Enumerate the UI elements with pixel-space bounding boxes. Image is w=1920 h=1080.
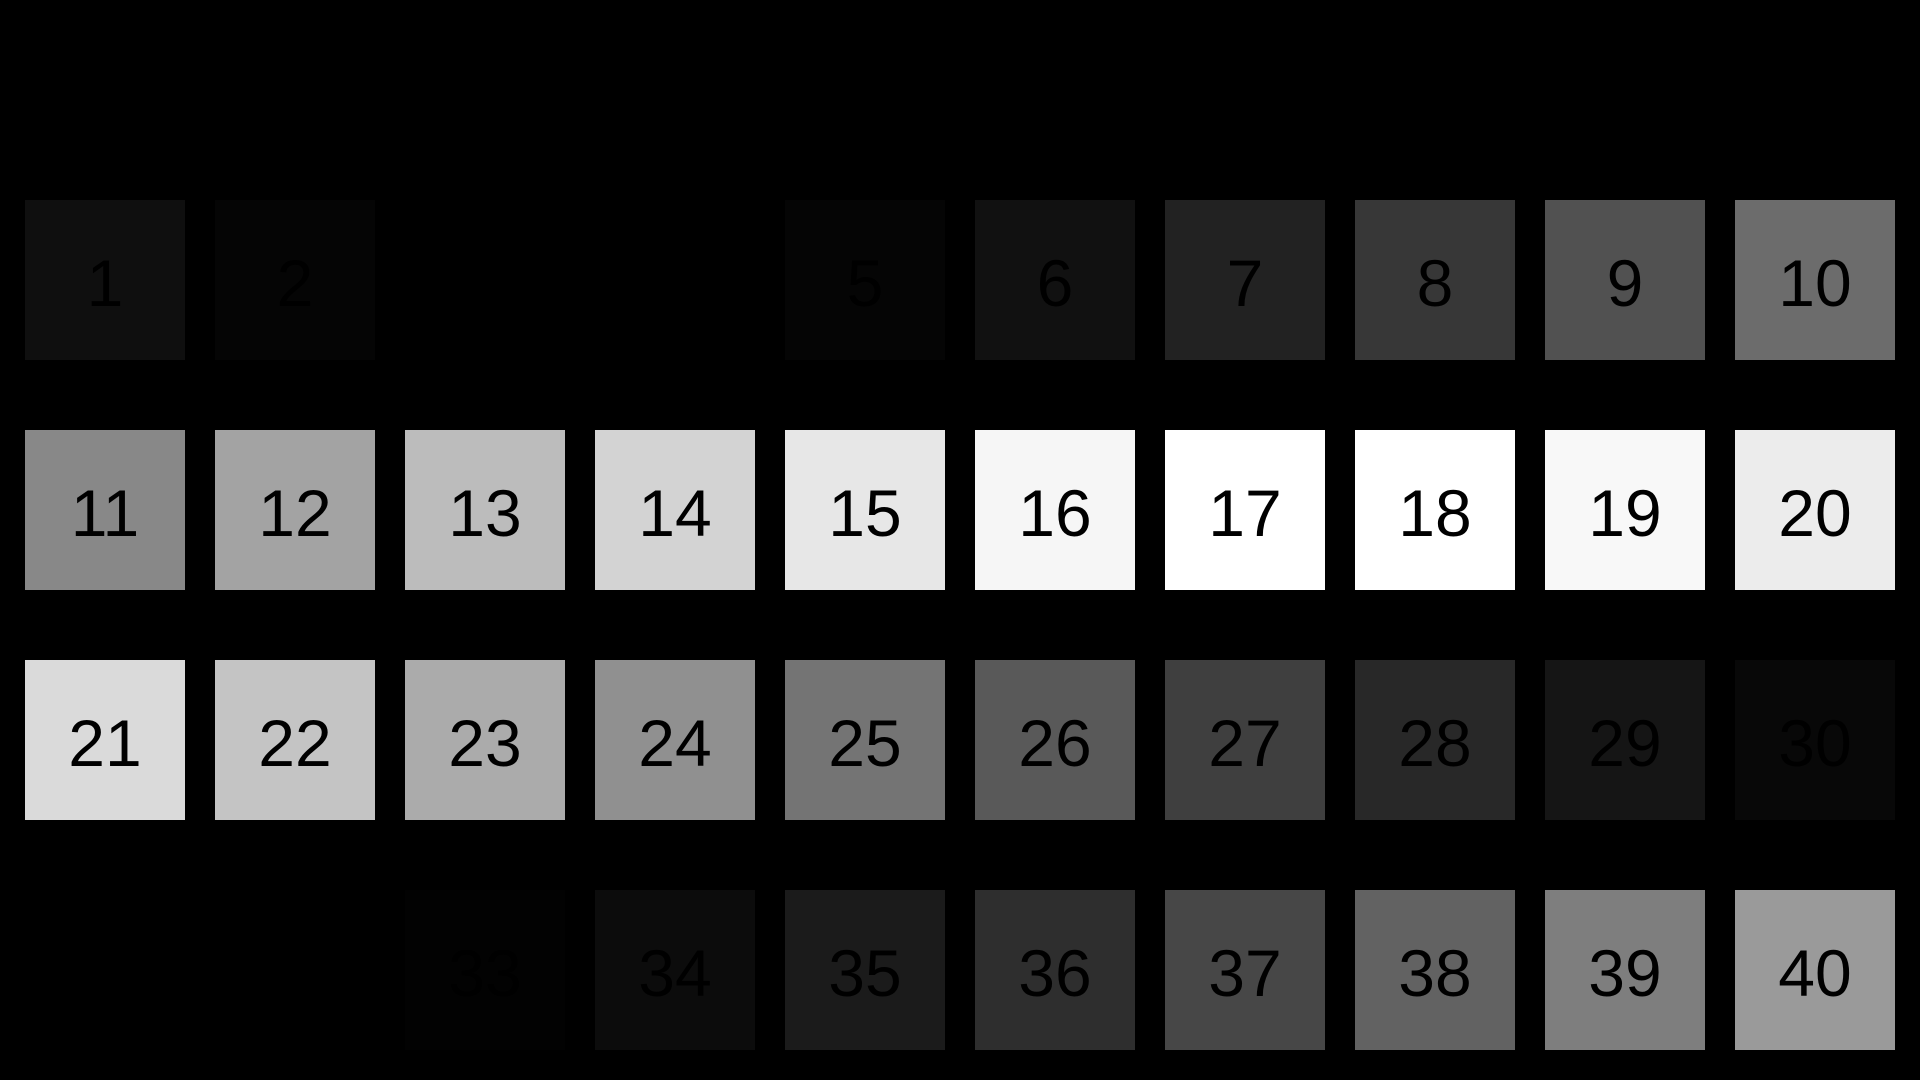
swatch-label: 4 xyxy=(656,246,694,320)
swatch-31: 31 xyxy=(25,890,185,1050)
swatch-24: 24 xyxy=(595,660,755,820)
swatch-label: 11 xyxy=(70,476,140,550)
swatch-32: 32 xyxy=(215,890,375,1050)
swatch-27: 27 xyxy=(1165,660,1325,820)
swatch-36: 36 xyxy=(975,890,1135,1050)
swatch-label: 12 xyxy=(258,476,332,550)
swatch-13: 13 xyxy=(405,430,565,590)
swatch-20: 20 xyxy=(1735,430,1895,590)
swatch-39: 39 xyxy=(1545,890,1705,1050)
swatch-label: 37 xyxy=(1208,936,1282,1010)
swatch-33: 33 xyxy=(405,890,565,1050)
swatch-14: 14 xyxy=(595,430,755,590)
swatch-label: 16 xyxy=(1018,476,1092,550)
swatch-label: 24 xyxy=(638,706,712,780)
swatch-label: 8 xyxy=(1416,246,1454,320)
swatch-label: 32 xyxy=(258,936,332,1010)
swatch-18: 18 xyxy=(1355,430,1515,590)
swatch-label: 19 xyxy=(1588,476,1662,550)
swatch-19: 19 xyxy=(1545,430,1705,590)
swatch-12: 12 xyxy=(215,430,375,590)
swatch-label: 10 xyxy=(1778,246,1852,320)
swatch-label: 18 xyxy=(1398,476,1472,550)
swatch-label: 29 xyxy=(1588,706,1662,780)
swatch-4: 4 xyxy=(595,200,755,360)
swatch-5: 5 xyxy=(785,200,945,360)
swatch-37: 37 xyxy=(1165,890,1325,1050)
swatch-21: 21 xyxy=(25,660,185,820)
swatch-label: 21 xyxy=(68,706,142,780)
swatch-17: 17 xyxy=(1165,430,1325,590)
swatch-label: 6 xyxy=(1036,246,1074,320)
swatch-label: 31 xyxy=(68,936,142,1010)
swatch-label: 17 xyxy=(1208,476,1282,550)
swatch-label: 33 xyxy=(448,936,522,1010)
swatch-label: 30 xyxy=(1778,706,1852,780)
swatch-label: 23 xyxy=(448,706,522,780)
swatch-label: 14 xyxy=(638,476,712,550)
swatch-label: 5 xyxy=(846,246,884,320)
swatch-30: 30 xyxy=(1735,660,1895,820)
swatch-11: 11 xyxy=(25,430,185,590)
swatch-34: 34 xyxy=(595,890,755,1050)
swatch-26: 26 xyxy=(975,660,1135,820)
swatch-label: 3 xyxy=(466,246,504,320)
swatch-label: 25 xyxy=(828,706,902,780)
swatch-29: 29 xyxy=(1545,660,1705,820)
swatch-label: 2 xyxy=(276,246,314,320)
swatch-label: 38 xyxy=(1398,936,1472,1010)
swatch-label: 9 xyxy=(1606,246,1644,320)
swatch-label: 27 xyxy=(1208,706,1282,780)
swatch-8: 8 xyxy=(1355,200,1515,360)
swatch-28: 28 xyxy=(1355,660,1515,820)
swatch-40: 40 xyxy=(1735,890,1895,1050)
swatch-label: 1 xyxy=(86,246,124,320)
swatch-6: 6 xyxy=(975,200,1135,360)
swatch-label: 40 xyxy=(1778,936,1852,1010)
swatch-23: 23 xyxy=(405,660,565,820)
swatch-label: 7 xyxy=(1226,246,1264,320)
swatch-7: 7 xyxy=(1165,200,1325,360)
swatch-label: 35 xyxy=(828,936,902,1010)
swatch-15: 15 xyxy=(785,430,945,590)
swatch-9: 9 xyxy=(1545,200,1705,360)
swatch-label: 39 xyxy=(1588,936,1662,1010)
swatch-10: 10 xyxy=(1735,200,1895,360)
swatch-16: 16 xyxy=(975,430,1135,590)
swatch-label: 15 xyxy=(828,476,902,550)
swatch-22: 22 xyxy=(215,660,375,820)
swatch-label: 26 xyxy=(1018,706,1092,780)
swatch-3: 3 xyxy=(405,200,565,360)
swatch-label: 22 xyxy=(258,706,332,780)
swatch-25: 25 xyxy=(785,660,945,820)
swatch-grid: 1 2 3 4 5 6 7 8 9 10 11 12 13 14 15 16 1… xyxy=(25,200,1895,1050)
swatch-label: 28 xyxy=(1398,706,1472,780)
swatch-label: 34 xyxy=(638,936,712,1010)
swatch-1: 1 xyxy=(25,200,185,360)
swatch-35: 35 xyxy=(785,890,945,1050)
swatch-label: 36 xyxy=(1018,936,1092,1010)
swatch-label: 20 xyxy=(1778,476,1852,550)
swatch-38: 38 xyxy=(1355,890,1515,1050)
swatch-2: 2 xyxy=(215,200,375,360)
swatch-label: 13 xyxy=(448,476,522,550)
